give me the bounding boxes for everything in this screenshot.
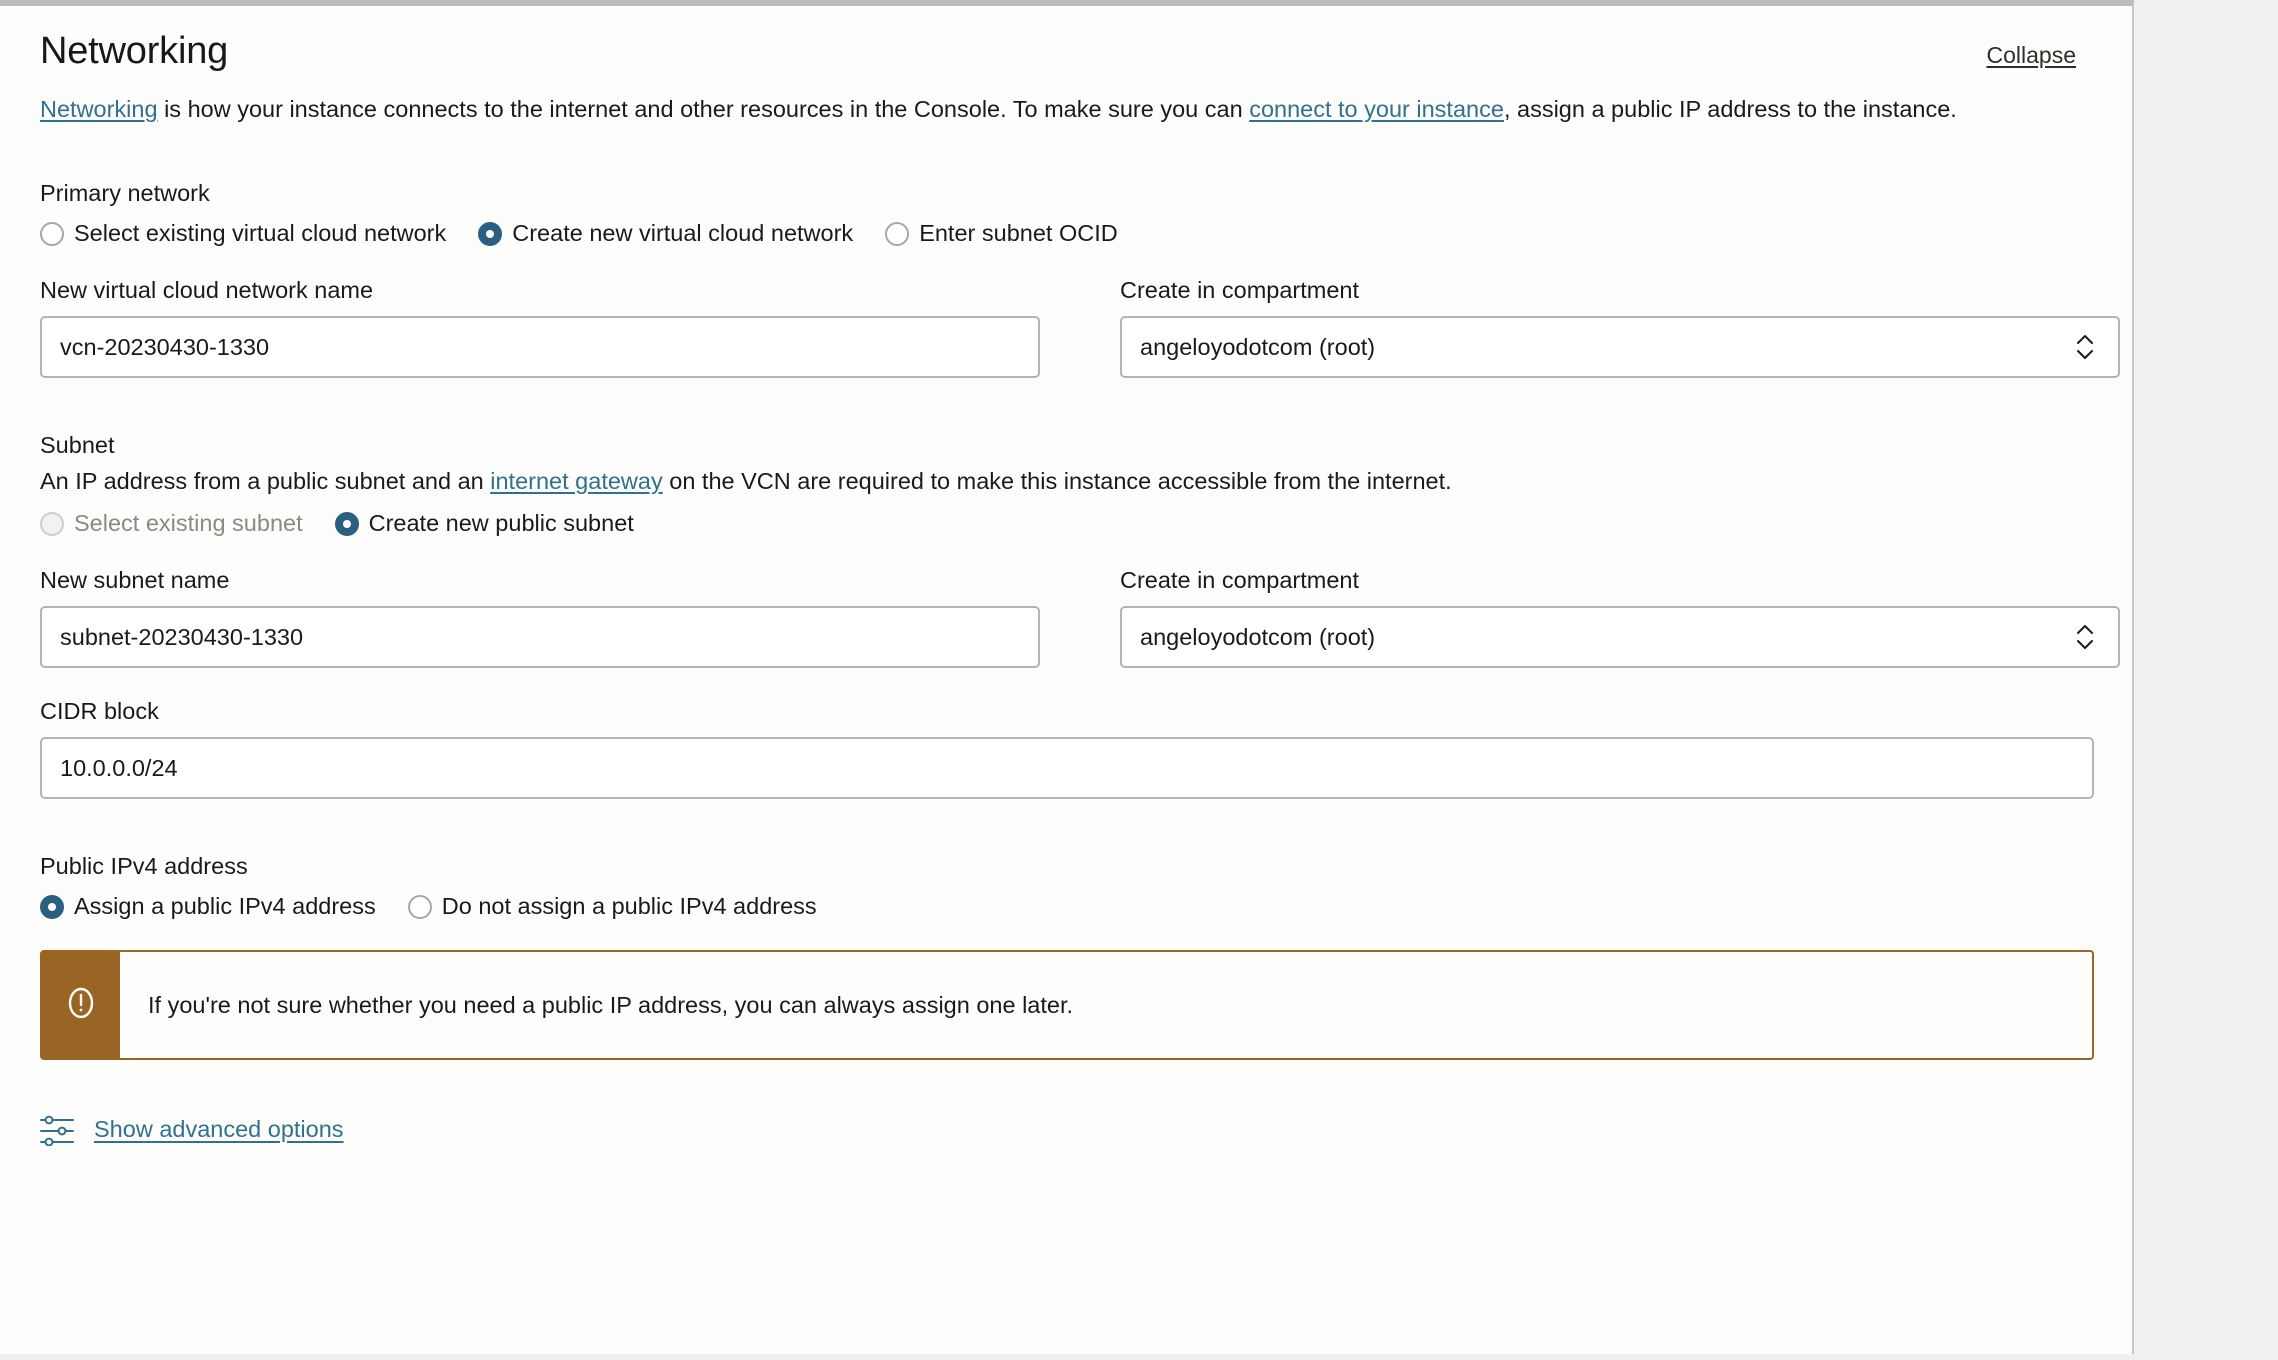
- exclamation-circle-icon: [61, 983, 101, 1028]
- radio-label: Create new public subnet: [368, 510, 634, 536]
- subnet-compartment-label: Create in compartment: [1120, 567, 1360, 593]
- radio-circle-icon[interactable]: [885, 221, 910, 246]
- vcn-name-field: New virtual cloud network name vcn-20230…: [40, 277, 1040, 378]
- radio-label: Do not assign a public IPv4 address: [441, 893, 817, 919]
- vcn-name-input[interactable]: vcn-20230430-1330: [40, 316, 1040, 378]
- vcn-name-label: New virtual cloud network name: [40, 277, 374, 303]
- section-description: Networking is how your instance connects…: [40, 92, 2000, 126]
- radio-circle-disabled-icon: [40, 511, 64, 536]
- show-advanced-options-button[interactable]: Show advanced options: [40, 1112, 344, 1147]
- subnet-text-2: on the VCN are required to make this ins…: [662, 468, 1452, 494]
- vcn-compartment-value: angeloyodotcom (root): [1140, 333, 1376, 360]
- subnet-name-input[interactable]: subnet-20230430-1330: [40, 606, 1040, 668]
- subnet-field-row: New subnet name subnet-20230430-1330 Cre…: [40, 567, 2120, 668]
- subnet-name-field: New subnet name subnet-20230430-1330: [40, 567, 1040, 668]
- radio-circle-selected-icon[interactable]: [334, 511, 359, 536]
- collapse-link[interactable]: Collapse: [1987, 42, 2077, 69]
- radio-create-new-vcn[interactable]: Create new virtual cloud network: [478, 220, 853, 247]
- sliders-icon: [40, 1112, 74, 1147]
- subnet-description: An IP address from a public subnet and a…: [40, 464, 2000, 498]
- public-ip-radio-group: Assign a public IPv4 address Do not assi…: [40, 893, 2092, 920]
- radio-create-new-public-subnet[interactable]: Create new public subnet: [334, 510, 634, 537]
- vcn-compartment-label: Create in compartment: [1120, 277, 1360, 303]
- subnet-name-value: subnet-20230430-1330: [60, 623, 304, 650]
- radio-label: Select existing virtual cloud network: [74, 220, 447, 246]
- vcn-field-row: New virtual cloud network name vcn-20230…: [40, 277, 2120, 378]
- radio-label: Select existing subnet: [74, 510, 303, 536]
- page-root: Networking Collapse Networking is how yo…: [0, 0, 2278, 1360]
- radio-label: Assign a public IPv4 address: [74, 893, 376, 919]
- description-text-1: is how your instance connects to the int…: [157, 96, 1250, 122]
- cidr-value: 10.0.0.0/24: [60, 754, 178, 781]
- cidr-input[interactable]: 10.0.0.0/24: [40, 737, 2094, 799]
- radio-label: Enter subnet OCID: [919, 220, 1118, 246]
- subnet-text-1: An IP address from a public subnet and a…: [40, 468, 491, 494]
- subnet-compartment-field: Create in compartment angeloyodotcom (ro…: [1120, 567, 2120, 668]
- radio-label: Create new virtual cloud network: [512, 220, 854, 246]
- public-ip-label: Public IPv4 address: [40, 853, 248, 879]
- page-title: Networking: [40, 30, 229, 72]
- radio-select-existing-subnet: Select existing subnet: [40, 510, 303, 537]
- primary-network-label: Primary network: [40, 180, 210, 206]
- subnet-radio-group: Select existing subnet Create new public…: [40, 510, 2092, 537]
- radio-circle-selected-icon[interactable]: [478, 221, 503, 246]
- section-header: Networking Collapse: [40, 6, 2092, 78]
- radio-do-not-assign-public-ip[interactable]: Do not assign a public IPv4 address: [407, 893, 817, 920]
- radio-circle-icon[interactable]: [407, 894, 432, 919]
- subnet-compartment-value: angeloyodotcom (root): [1140, 623, 1376, 650]
- radio-assign-public-ip[interactable]: Assign a public IPv4 address: [40, 893, 376, 920]
- subnet-compartment-select[interactable]: angeloyodotcom (root): [1120, 606, 2120, 668]
- networking-doc-link[interactable]: Networking: [40, 96, 158, 122]
- connect-instance-link[interactable]: connect to your instance: [1249, 96, 1504, 122]
- cidr-field: CIDR block 10.0.0.0/24: [40, 698, 2094, 799]
- internet-gateway-link[interactable]: internet gateway: [490, 468, 662, 494]
- banner-icon-bar: [42, 952, 120, 1058]
- radio-circle-selected-icon[interactable]: [40, 894, 64, 919]
- cidr-label: CIDR block: [40, 698, 159, 724]
- chevron-updown-icon[interactable]: [2074, 619, 2096, 655]
- banner-message: If you're not sure whether you need a pu…: [148, 991, 1074, 1018]
- networking-card: Networking Collapse Networking is how yo…: [0, 0, 2134, 1354]
- primary-network-radio-group: Select existing virtual cloud network Cr…: [40, 220, 2092, 247]
- show-advanced-options-label: Show advanced options: [94, 1115, 344, 1142]
- subnet-label: Subnet: [40, 432, 115, 458]
- vcn-compartment-field: Create in compartment angeloyodotcom (ro…: [1120, 277, 2120, 378]
- cidr-field-row: CIDR block 10.0.0.0/24: [40, 698, 2094, 799]
- vcn-name-value: vcn-20230430-1330: [60, 333, 270, 360]
- vcn-compartment-select[interactable]: angeloyodotcom (root): [1120, 316, 2120, 378]
- description-text-2: , assign a public IP address to the inst…: [1503, 96, 1957, 122]
- public-ip-info-banner: If you're not sure whether you need a pu…: [40, 950, 2094, 1060]
- subnet-name-label: New subnet name: [40, 567, 230, 593]
- radio-circle-icon[interactable]: [40, 221, 64, 246]
- radio-select-existing-vcn[interactable]: Select existing virtual cloud network: [40, 220, 446, 247]
- radio-enter-subnet-ocid[interactable]: Enter subnet OCID: [885, 220, 1118, 247]
- chevron-updown-icon[interactable]: [2074, 329, 2096, 365]
